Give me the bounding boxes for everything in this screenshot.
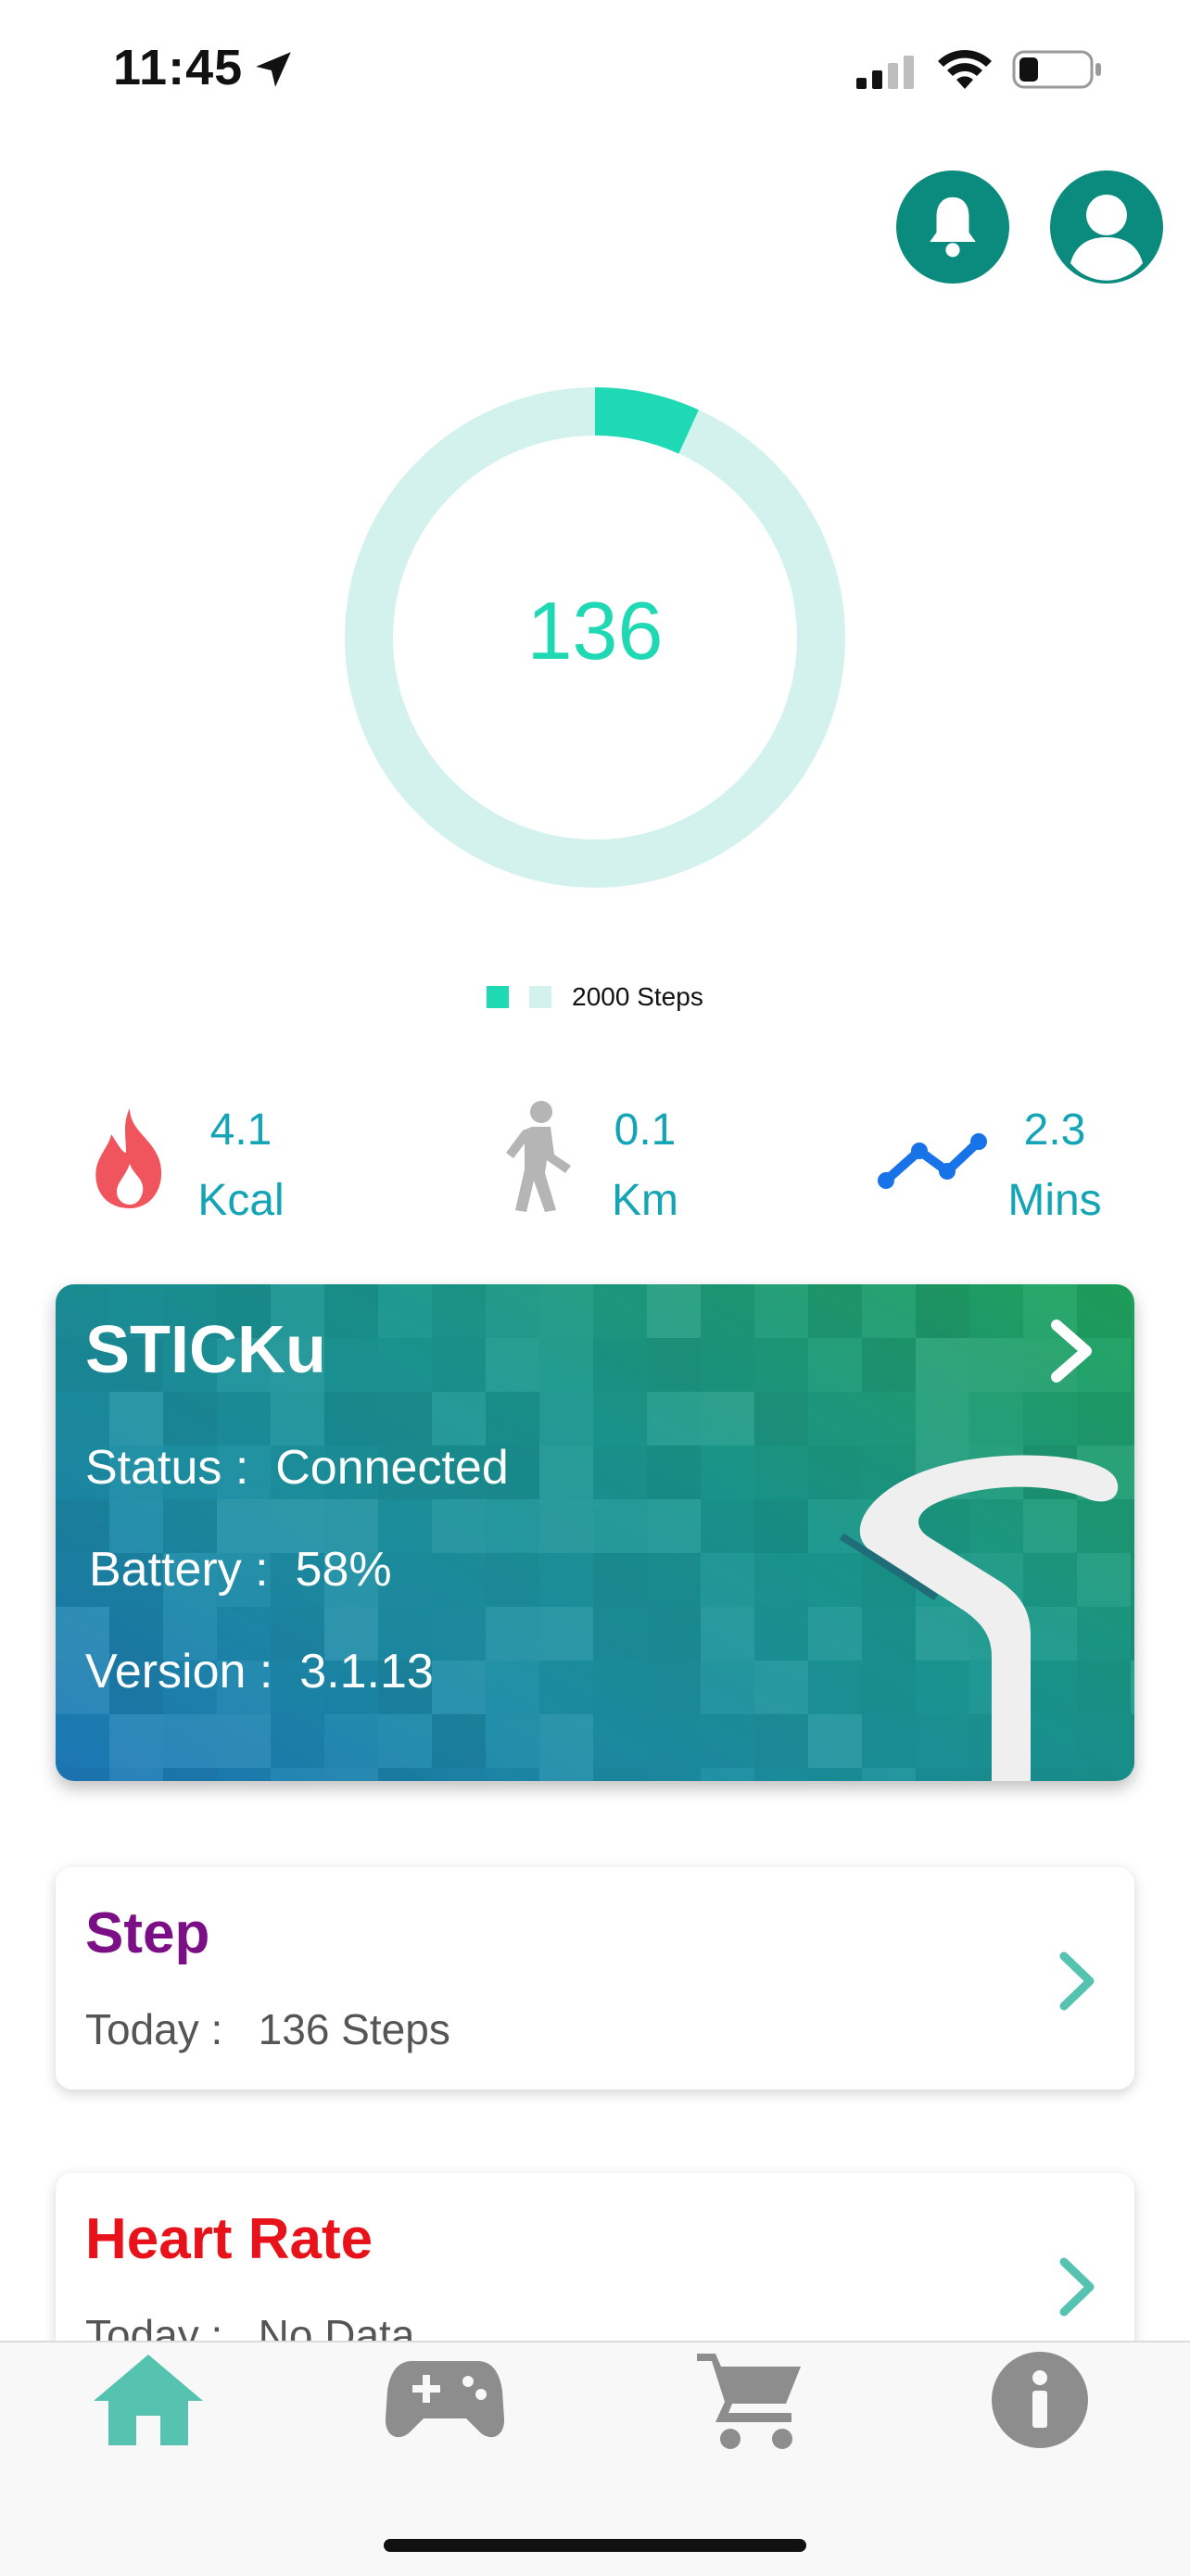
heart-rate-card-title: Heart Rate xyxy=(85,2207,373,2271)
steps-count: 136 xyxy=(526,585,664,676)
duration-unit: Mins xyxy=(1007,1176,1102,1225)
device-status-value: Connected xyxy=(275,1441,509,1495)
ring-legend: 2000 Steps xyxy=(0,982,1190,1012)
status-time: 11:45 xyxy=(113,40,244,95)
cellular-signal-icon xyxy=(856,56,914,89)
chevron-right-icon xyxy=(1059,2257,1095,2317)
chevron-right-icon xyxy=(1051,1320,1092,1383)
device-card[interactable]: STICKu Status : Connected Battery : 58% … xyxy=(56,1284,1134,1781)
device-version: Version : 3.1.13 xyxy=(85,1644,434,1699)
device-battery-value: 58% xyxy=(295,1543,392,1597)
profile-button[interactable] xyxy=(1050,170,1163,284)
bell-icon xyxy=(930,196,976,258)
tab-home[interactable] xyxy=(83,2344,213,2456)
cane-illustration xyxy=(839,1455,1119,1781)
device-version-label: Version : xyxy=(85,1645,273,1698)
legend-goal-label: 2000 Steps xyxy=(572,982,703,1011)
step-card-title: Step xyxy=(85,1901,210,1965)
info-icon xyxy=(992,2352,1088,2448)
duration-value: 2.3 xyxy=(1023,1105,1086,1155)
distance-value: 0.1 xyxy=(614,1105,677,1155)
flame-icon xyxy=(95,1108,162,1208)
home-icon xyxy=(94,2355,203,2445)
walking-person-icon xyxy=(506,1101,571,1212)
step-today-label: Today : xyxy=(85,2005,223,2053)
battery-icon xyxy=(1012,50,1101,89)
step-card-today: Today : 136 Steps xyxy=(85,2004,450,2054)
chevron-right-icon xyxy=(1059,1951,1095,2011)
location-arrow-icon xyxy=(256,52,291,87)
legend-progress-swatch xyxy=(487,986,510,1008)
tab-shop[interactable] xyxy=(684,2344,814,2456)
cart-icon xyxy=(697,2354,801,2449)
tab-games[interactable] xyxy=(380,2344,510,2456)
device-battery: Battery : 58% xyxy=(89,1542,392,1597)
user-icon xyxy=(1070,195,1143,281)
wifi-icon xyxy=(938,49,992,89)
legend-goal-swatch xyxy=(529,986,552,1008)
step-today-value: 136 Steps xyxy=(258,2005,450,2053)
notifications-button[interactable] xyxy=(896,170,1009,284)
home-indicator xyxy=(384,2539,806,2552)
distance-unit: Km xyxy=(612,1176,678,1225)
calories-unit: Kcal xyxy=(197,1176,285,1225)
gamepad-icon xyxy=(385,2361,505,2438)
device-status-label: Status : xyxy=(85,1441,249,1495)
device-battery-label: Battery : xyxy=(89,1543,269,1597)
tab-info[interactable] xyxy=(975,2344,1105,2456)
device-name: STICKu xyxy=(85,1313,326,1387)
step-card[interactable]: Step Today : 136 Steps xyxy=(56,1867,1134,2090)
device-status: Status : Connected xyxy=(85,1440,509,1496)
device-version-value: 3.1.13 xyxy=(299,1645,434,1698)
trend-line-icon xyxy=(878,1133,987,1189)
calories-value: 4.1 xyxy=(209,1105,272,1155)
